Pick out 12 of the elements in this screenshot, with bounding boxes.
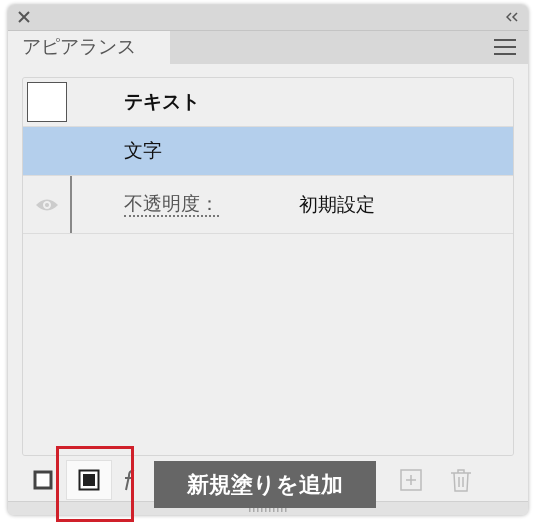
menu-icon[interactable] xyxy=(494,39,516,56)
close-icon[interactable] xyxy=(18,11,30,24)
fill-square-icon xyxy=(78,468,100,491)
fill-row[interactable]: 文字 xyxy=(23,127,513,176)
opacity-link[interactable]: 不透明度： xyxy=(124,192,219,217)
object-title: テキスト xyxy=(124,90,200,116)
panel-tab[interactable]: アピアランス xyxy=(8,30,170,64)
collapse-icon[interactable] xyxy=(506,12,518,22)
thumbnail xyxy=(27,82,67,122)
opacity-value: 初期設定 xyxy=(299,192,375,218)
add-fill-button[interactable] xyxy=(66,460,112,500)
tooltip: 新規塗りを追加 xyxy=(154,461,376,508)
